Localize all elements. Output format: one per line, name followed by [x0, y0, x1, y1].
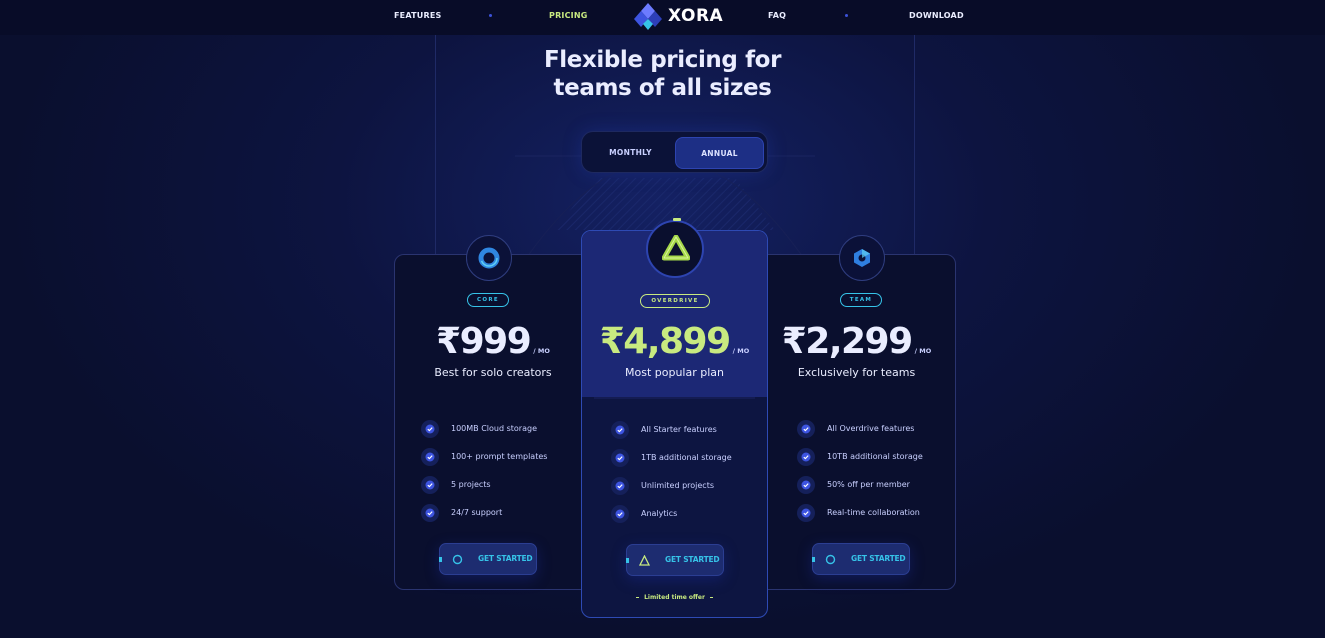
ring-icon [825, 554, 836, 565]
plan-price: ₹999 [436, 321, 532, 362]
feature-label: 50% off per member [827, 480, 910, 489]
plan-emblem [646, 218, 704, 278]
monthly-toggle-button[interactable]: MONTHLY [586, 137, 675, 169]
plan-badge: CORE [467, 293, 509, 307]
button-label: GET STARTED [665, 555, 720, 564]
feature-label: All Overdrive features [827, 424, 915, 433]
check-icon [421, 476, 439, 494]
plan-badge: OVERDRIVE [640, 294, 710, 308]
top-navbar: FEATURES PRICING XORA FAQ DOWNLOAD [0, 0, 1325, 35]
check-icon [797, 448, 815, 466]
nav-link-download[interactable]: DOWNLOAD [909, 11, 964, 20]
price-period: / MO [533, 347, 550, 355]
triangle-icon [639, 555, 650, 566]
xora-logo-icon[interactable] [633, 3, 663, 31]
get-started-button-overdrive[interactable]: GET STARTED [626, 544, 724, 576]
feature-label: 100+ prompt templates [451, 452, 548, 461]
pricing-card-overdrive: OVERDRIVE ₹4,899/ MO Most popular plan A… [581, 218, 768, 618]
price-row: ₹4,899/ MO [582, 321, 767, 362]
button-label: GET STARTED [478, 554, 533, 563]
button-notch [439, 557, 442, 562]
button-notch [626, 558, 629, 563]
nav-separator-dot [845, 14, 848, 17]
offer-label: Limited time offer [644, 594, 705, 601]
check-icon [797, 504, 815, 522]
page-title: Flexible pricing for teams of all sizes [0, 46, 1325, 102]
feature-label: 100MB Cloud storage [451, 424, 537, 433]
feature-label: 5 projects [451, 480, 491, 489]
feature-label: 1TB additional storage [641, 453, 732, 462]
price-row: ₹999/ MO [395, 321, 591, 362]
plan-emblem [466, 235, 512, 281]
nav-link-faq[interactable]: FAQ [768, 11, 786, 20]
nav-separator-dot [489, 14, 492, 17]
check-icon [611, 421, 629, 439]
get-started-button-team[interactable]: GET STARTED [812, 543, 910, 575]
feature-label: Analytics [641, 509, 678, 518]
check-icon [611, 449, 629, 467]
feature-label: 24/7 support [451, 508, 503, 517]
ring-icon [452, 554, 463, 565]
hexagon-icon [854, 249, 870, 267]
get-started-button-core[interactable]: GET STARTED [439, 543, 537, 575]
plan-price: ₹4,899 [599, 321, 731, 362]
limited-offer-note: Limited time offer [582, 594, 767, 601]
ring-icon [478, 247, 500, 269]
feature-label: 10TB additional storage [827, 452, 923, 461]
price-period: / MO [914, 347, 932, 355]
nav-link-pricing[interactable]: PRICING [549, 11, 588, 20]
check-icon [421, 504, 439, 522]
check-icon [421, 420, 439, 438]
feature-label: All Starter features [641, 425, 717, 434]
plan-tagline: Exclusively for teams [797, 366, 916, 379]
emblem-tab-icon [673, 218, 681, 221]
check-icon [611, 505, 629, 523]
annual-toggle-button[interactable]: ANNUAL [675, 137, 764, 169]
billing-period-toggle: MONTHLY ANNUAL [581, 131, 768, 173]
brand-name[interactable]: XORA [668, 6, 723, 26]
page-title-line-1: Flexible pricing for [543, 47, 782, 73]
price-row: ₹2,299/ MO [758, 321, 955, 362]
plan-price: ₹2,299 [781, 321, 913, 362]
check-icon [611, 477, 629, 495]
plan-badge: TEAM [840, 293, 882, 307]
price-period: / MO [732, 347, 750, 355]
check-icon [797, 420, 815, 438]
feature-label: Real-time collaboration [827, 508, 920, 517]
page-title-line-2: teams of all sizes [553, 75, 772, 101]
triangle-icon [662, 235, 690, 261]
pricing-card-team: TEAM ₹2,299/ MO Exclusively for teams Al… [757, 235, 956, 590]
button-notch [812, 557, 815, 562]
pricing-card-core: CORE ₹999/ MO Best for solo creators 100… [394, 235, 592, 590]
plan-emblem [839, 235, 885, 281]
plan-tagline: Best for solo creators [434, 366, 552, 379]
divider [594, 397, 755, 399]
nav-link-features[interactable]: FEATURES [394, 11, 441, 20]
button-label: GET STARTED [851, 554, 906, 563]
feature-label: Unlimited projects [641, 481, 714, 490]
plan-tagline: Most popular plan [625, 366, 724, 379]
check-icon [797, 476, 815, 494]
check-icon [421, 448, 439, 466]
